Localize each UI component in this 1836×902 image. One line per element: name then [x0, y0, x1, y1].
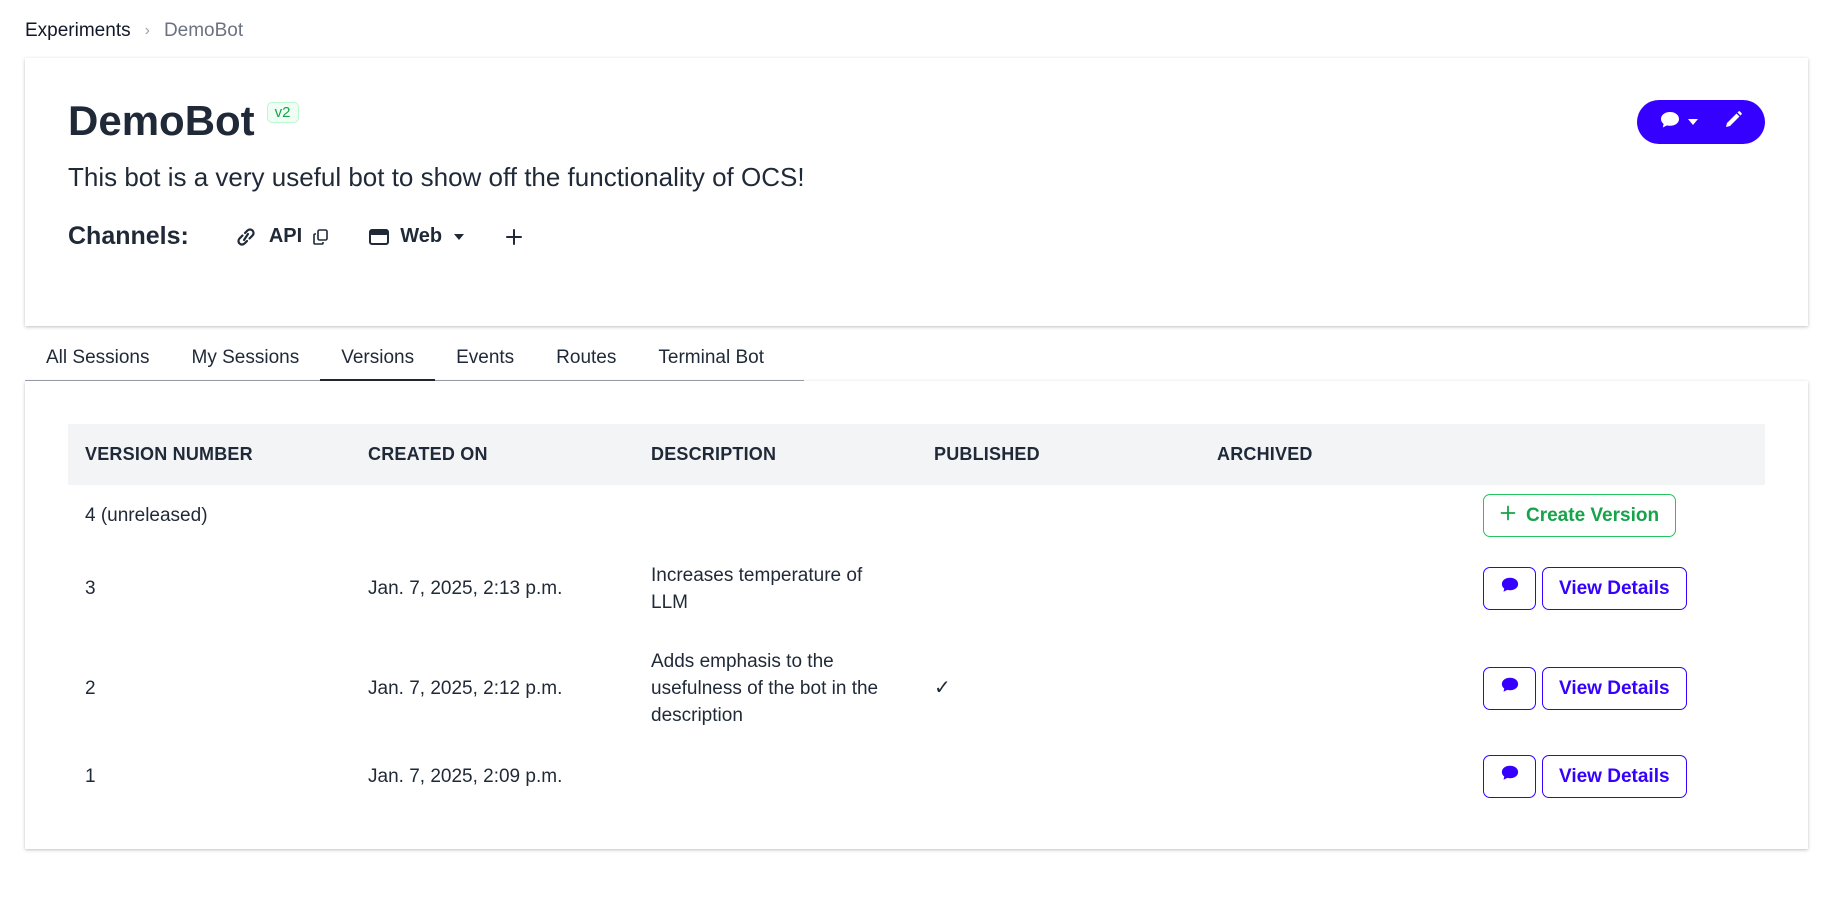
row-actions: View Details [1483, 667, 1748, 710]
column-header-archived: ARCHIVED [1217, 444, 1313, 464]
chat-bubble-icon [1500, 675, 1520, 702]
add-channel-button[interactable] [504, 227, 524, 247]
copy-icon[interactable] [312, 228, 330, 246]
tab-versions[interactable]: Versions [320, 338, 436, 381]
cell-created [351, 485, 634, 546]
cell-archived [1200, 485, 1466, 546]
tab-all-sessions[interactable]: All Sessions [25, 338, 171, 381]
page-title: DemoBot [68, 97, 255, 144]
version-badge: v2 [266, 102, 299, 123]
cell-version: 3 [85, 578, 96, 599]
view-details-button[interactable]: View Details [1542, 754, 1687, 798]
plus-icon [1500, 502, 1516, 529]
chat-button[interactable] [1483, 754, 1536, 798]
table-row: 4 (unreleased) Create Version [68, 485, 1765, 546]
breadcrumb-experiments-link[interactable]: Experiments [25, 20, 131, 42]
channel-api[interactable]: API [233, 225, 330, 248]
chat-button[interactable] [1483, 667, 1536, 710]
chat-bubble-icon [1500, 575, 1520, 602]
cell-description: Adds emphasis to the usefulness of the b… [651, 651, 879, 726]
cell-description: Increases temperature of LLM [651, 564, 863, 613]
tab-events[interactable]: Events [435, 338, 535, 381]
cell-actions: View Details [1466, 546, 1765, 631]
experiment-description: This bot is a very useful bot to show of… [68, 162, 805, 192]
tab-routes[interactable]: Routes [535, 338, 637, 381]
channel-web-label: Web [400, 225, 443, 247]
view-details-button[interactable]: View Details [1542, 567, 1687, 610]
chat-menu-button[interactable] [1659, 110, 1699, 135]
column-header-published: PUBLISHED [934, 444, 1040, 464]
cell-archived [1200, 546, 1466, 631]
row-actions: View Details [1483, 567, 1748, 610]
cell-archived [1200, 746, 1466, 806]
table-row: 2 Jan. 7, 2025, 2:12 p.m. Adds emphasis … [68, 631, 1765, 746]
view-details-button[interactable]: View Details [1542, 667, 1687, 710]
edit-button[interactable] [1723, 110, 1743, 135]
caret-down-icon[interactable] [452, 232, 466, 242]
cell-version: 2 [85, 678, 96, 699]
browser-window-icon [368, 227, 390, 247]
cell-actions: View Details [1466, 631, 1765, 746]
cell-published [917, 746, 1200, 806]
versions-table: VERSION NUMBER CREATED ON DESCRIPTION PU… [68, 424, 1765, 806]
table-header-row: VERSION NUMBER CREATED ON DESCRIPTION PU… [68, 424, 1765, 485]
channel-api-label: API [268, 225, 303, 247]
cell-actions: View Details [1466, 746, 1765, 806]
cell-created: Jan. 7, 2025, 2:12 p.m. [368, 678, 563, 699]
breadcrumb: Experiments › DemoBot [25, 20, 243, 42]
channels-label: Channels: [68, 222, 189, 250]
versions-card: VERSION NUMBER CREATED ON DESCRIPTION PU… [25, 381, 1808, 849]
row-actions: View Details [1483, 754, 1748, 798]
tab-terminal-bot[interactable]: Terminal Bot [637, 338, 785, 381]
table-row: 3 Jan. 7, 2025, 2:13 p.m. Increases temp… [68, 546, 1765, 631]
cell-archived [1200, 631, 1466, 746]
experiment-header-card: DemoBot v2 This bot is a very useful bot… [25, 58, 1808, 326]
plus-icon [504, 227, 524, 247]
cell-actions: Create Version [1466, 485, 1765, 546]
title-row: DemoBot v2 [68, 100, 299, 142]
chat-button[interactable] [1483, 567, 1536, 610]
cell-published [917, 485, 1200, 546]
experiment-tabs: All Sessions My Sessions Versions Events… [25, 338, 804, 381]
breadcrumb-current: DemoBot [163, 20, 244, 41]
cell-description [634, 746, 917, 806]
cell-description [634, 485, 917, 546]
link-icon [233, 227, 259, 247]
column-header-actions [1466, 424, 1765, 485]
chat-bubble-icon [1659, 110, 1681, 135]
column-header-version-number: VERSION NUMBER [85, 444, 253, 464]
cell-version: 1 [85, 765, 96, 787]
cell-published [917, 546, 1200, 631]
experiment-actions [1637, 100, 1765, 144]
cell-version: 4 (unreleased) [85, 505, 208, 526]
create-version-label: Create Version [1526, 505, 1660, 526]
tab-my-sessions[interactable]: My Sessions [171, 338, 321, 381]
channel-web[interactable]: Web [368, 225, 466, 248]
cell-created: Jan. 7, 2025, 2:09 p.m. [368, 765, 563, 787]
create-version-button[interactable]: Create Version [1483, 494, 1677, 537]
breadcrumb-separator: › [144, 22, 150, 39]
chevron-down-icon [1687, 113, 1699, 131]
channels-row: Channels: API Web [68, 222, 562, 251]
chat-bubble-icon [1500, 763, 1520, 790]
published-check: ✓ [934, 677, 951, 699]
table-row: 1 Jan. 7, 2025, 2:09 p.m. View Details [68, 746, 1765, 806]
column-header-description: DESCRIPTION [651, 444, 777, 464]
cell-created: Jan. 7, 2025, 2:13 p.m. [368, 578, 563, 599]
pencil-icon [1723, 110, 1743, 135]
column-header-created-on: CREATED ON [368, 444, 488, 464]
